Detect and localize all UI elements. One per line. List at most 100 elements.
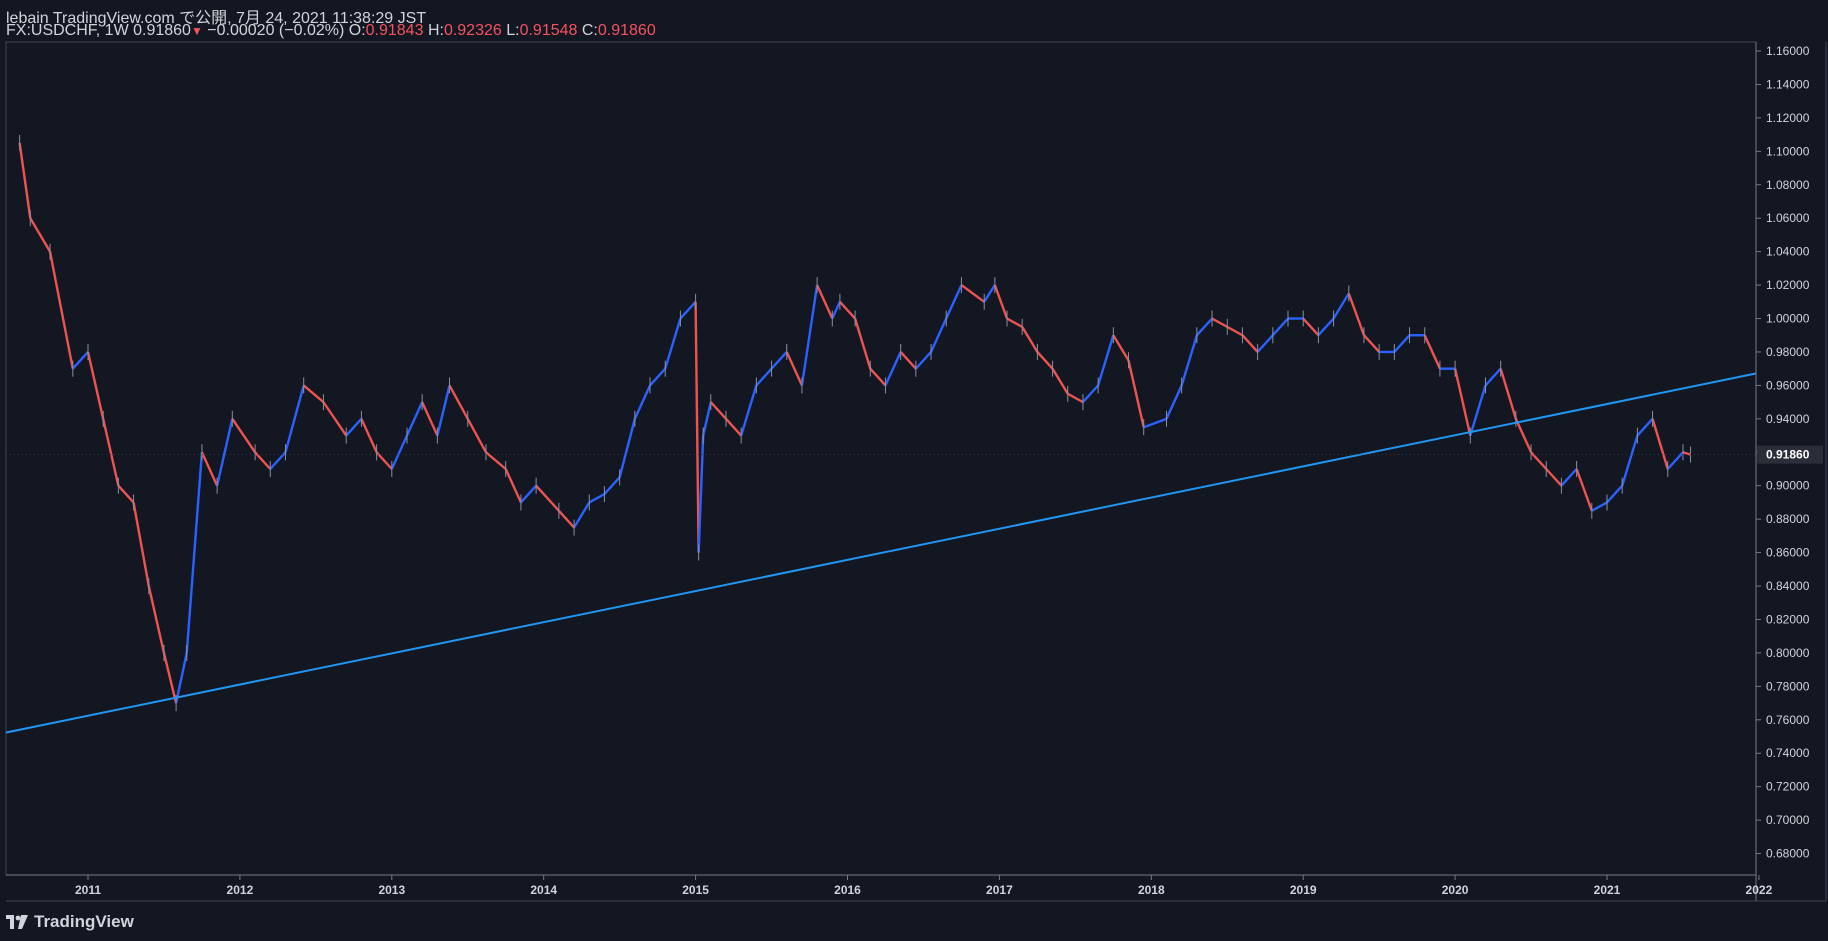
price-segment (573, 501, 591, 529)
y-tick-label: 1.08000 (1766, 178, 1810, 192)
price-segment (618, 418, 637, 478)
price-segment (702, 401, 712, 436)
price-segment (1469, 385, 1487, 436)
y-tick-label: 0.86000 (1766, 546, 1810, 560)
y-tick-label: 0.72000 (1766, 780, 1810, 794)
price-segment (1180, 334, 1199, 386)
price-segment (1317, 317, 1335, 337)
price-segment (633, 384, 652, 420)
price-segment (725, 418, 743, 437)
price-segment (1499, 368, 1518, 420)
price-segment (839, 300, 856, 320)
price-segment (86, 351, 105, 420)
x-tick-label: 2022 (1746, 883, 1773, 897)
y-tick-label: 0.74000 (1766, 746, 1810, 760)
price-segment (853, 318, 872, 370)
price-segment (185, 452, 204, 654)
price-segment (1021, 326, 1039, 353)
x-tick-label: 2016 (834, 883, 861, 897)
price-segment (322, 401, 348, 437)
y-tick-label: 1.04000 (1766, 245, 1810, 259)
price-segment (345, 418, 363, 437)
price-segment (785, 351, 804, 386)
price-chart[interactable]: 1.16000 1.14000 1.12000 1.10000 1.08000 1.060… (0, 0, 1828, 941)
plot-frame (5, 41, 1757, 876)
price-segment (755, 367, 773, 387)
x-tick-label: 2013 (378, 883, 405, 897)
price-segment (1256, 334, 1274, 353)
y-tick-label: 1.10000 (1766, 144, 1810, 158)
price-segment (200, 451, 219, 487)
price-segment (993, 284, 1009, 319)
price-segment (558, 509, 575, 529)
price-segment (1393, 334, 1411, 353)
y-tick-label: 0.90000 (1766, 479, 1810, 493)
price-segment (1271, 317, 1289, 337)
brand-name: TradingView (34, 912, 134, 931)
price-segment (504, 468, 523, 503)
price-segment (405, 401, 424, 437)
y-tick-label: 1.12000 (1766, 111, 1810, 125)
price-segment (1036, 351, 1054, 370)
price-segment (649, 367, 667, 387)
y-tick-label: 0.94000 (1766, 412, 1810, 426)
y-tick-label: 0.84000 (1766, 579, 1810, 593)
price-segment (1241, 334, 1259, 353)
tradingview-icon (6, 915, 28, 929)
price-segment (215, 418, 234, 486)
price-segment (709, 401, 727, 420)
price-segment (929, 318, 948, 353)
y-tick-label: 0.78000 (1766, 679, 1810, 693)
price-segment (960, 284, 985, 303)
x-tick-label: 2018 (1138, 883, 1165, 897)
price-segment (945, 284, 963, 320)
price-segment (520, 484, 537, 504)
price-segment (1082, 384, 1100, 403)
x-tick-label: 2020 (1442, 883, 1469, 897)
price-segment (1051, 368, 1069, 395)
price-segment (770, 351, 788, 370)
price-segment (694, 301, 700, 553)
price-segment (1514, 418, 1533, 453)
price-segment (1575, 468, 1593, 512)
price-segment (448, 384, 469, 420)
x-tick-label: 2017 (986, 883, 1013, 897)
price-segment (1453, 368, 1472, 436)
price-segment (1347, 293, 1366, 336)
price-segment (1211, 317, 1228, 328)
price-segment (1484, 367, 1502, 387)
price-segment (831, 301, 841, 320)
price-segment (1591, 501, 1608, 512)
price-segment (421, 401, 439, 437)
price-segment (71, 351, 89, 370)
x-tick-label: 2014 (530, 883, 557, 897)
price-segment (679, 300, 697, 320)
price-segment (390, 435, 409, 470)
price-segment (1636, 418, 1654, 437)
y-tick-label: 0.70000 (1766, 813, 1810, 827)
price-segment (588, 493, 606, 504)
y-tick-label: 0.80000 (1766, 646, 1810, 660)
price-segment (1651, 418, 1669, 470)
current-price-label: 0.91860 (1766, 448, 1810, 462)
y-tick-label: 0.76000 (1766, 713, 1810, 727)
price-segment (800, 284, 819, 386)
price-segment (117, 484, 135, 504)
price-segment (1545, 468, 1563, 487)
price-segment (48, 251, 74, 369)
price-segment (1302, 317, 1320, 337)
price-segment (284, 385, 305, 453)
price-segment (740, 385, 758, 436)
price-segment (884, 351, 902, 386)
price-segment (1143, 417, 1167, 429)
tradingview-logo[interactable]: TradingView (6, 912, 134, 932)
price-segment (603, 476, 621, 495)
price-segment (1127, 360, 1145, 428)
price-segment (1423, 334, 1442, 370)
price-segment (302, 384, 325, 404)
price-segment (102, 418, 120, 486)
x-tick-label: 2021 (1594, 883, 1621, 897)
series-group (6, 134, 1756, 734)
y-tick-label: 0.82000 (1766, 612, 1810, 626)
price-segment (1112, 334, 1130, 361)
